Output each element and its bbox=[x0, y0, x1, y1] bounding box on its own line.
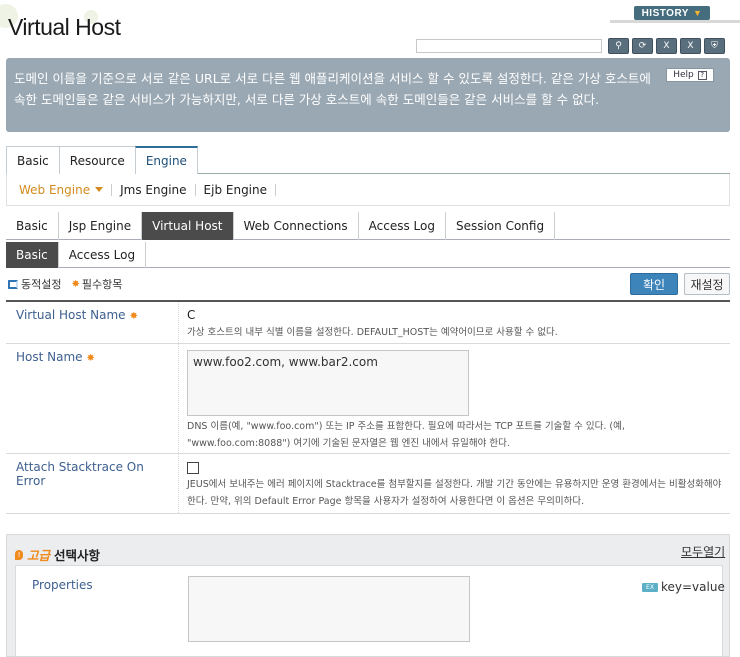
toolbar: ⚲ ⟳ X X ⛨ bbox=[608, 38, 725, 54]
field-label: Virtual Host Name bbox=[16, 308, 126, 322]
vhost-name-desc: 가상 호스트의 내부 식별 이름을 설정한다. DEFAULT_HOST는 예약… bbox=[187, 327, 558, 338]
properties-label: Properties bbox=[32, 578, 93, 592]
form-row: Host Name ✸ www.foo2.com, www.bar2.com DN… bbox=[6, 344, 730, 454]
tab-virtual-host[interactable]: Virtual Host bbox=[142, 212, 234, 240]
subnav-jms-engine[interactable]: Jms Engine bbox=[112, 183, 194, 197]
description-panel: 도메인 이름을 기준으로 서로 같은 URL로 서로 다른 웹 애플리케이션을 … bbox=[6, 58, 730, 132]
subnav-ejb-engine[interactable]: Ejb Engine bbox=[196, 183, 275, 197]
advanced-title-em: 고급 bbox=[27, 548, 51, 563]
tab-web-connections[interactable]: Web Connections bbox=[234, 212, 359, 240]
tab-access-log[interactable]: Access Log bbox=[359, 212, 446, 240]
lock-icon[interactable]: ⛨ bbox=[704, 38, 725, 54]
advanced-title-rest: 선택사항 bbox=[54, 548, 101, 563]
history-label: HISTORY bbox=[641, 7, 689, 19]
help-label: Help bbox=[673, 70, 694, 80]
vhost-name-cell: C 가상 호스트의 내부 식별 이름을 설정한다. DEFAULT_HOST는 … bbox=[178, 302, 730, 343]
stacktrace-checkbox[interactable] bbox=[187, 462, 199, 474]
question-icon: ? bbox=[697, 70, 707, 80]
search-icon[interactable]: ⚲ bbox=[608, 38, 629, 54]
subnav-web-engine[interactable]: Web Engine bbox=[19, 183, 111, 197]
key-value-label: key=value bbox=[661, 580, 725, 594]
tab-jsp-engine[interactable]: Jsp Engine bbox=[59, 212, 143, 240]
search-input[interactable] bbox=[416, 39, 602, 53]
refresh-icon[interactable]: ⟳ bbox=[632, 38, 653, 54]
tab-engine-basic[interactable]: Basic bbox=[6, 212, 59, 240]
stacktrace-label: Attach Stacktrace On Error bbox=[16, 460, 144, 488]
tab-session-config[interactable]: Session Config bbox=[446, 212, 556, 240]
vhost-name-value: C bbox=[187, 308, 196, 322]
required-star-icon: ✸ bbox=[71, 278, 80, 290]
stacktrace-cell: JEUS에서 보내주는 에러 페이지에 Stacktrace를 첨부할지를 설정… bbox=[178, 454, 730, 513]
host-name-desc: DNS 이름(예, "www.foo.com") 또는 IP 주소를 표함한다.… bbox=[187, 421, 625, 449]
tab-vhost-access-log[interactable]: Access Log bbox=[59, 242, 147, 268]
required-star-icon: ✸ bbox=[129, 311, 138, 322]
field-label: Host Name bbox=[16, 350, 83, 364]
help-button[interactable]: Help ? bbox=[666, 68, 714, 82]
properties-textarea[interactable] bbox=[188, 576, 470, 642]
xml-import-icon[interactable]: X bbox=[680, 38, 701, 54]
header-divider bbox=[610, 20, 740, 23]
advanced-title: ! 고급 선택사항 bbox=[15, 545, 100, 564]
subnav-label: Web Engine bbox=[19, 182, 91, 197]
web-engine-tabs: Basic Jsp Engine Virtual Host Web Connec… bbox=[6, 212, 730, 240]
dynamic-setting-icon bbox=[8, 279, 18, 289]
form-row: Virtual Host Name ✸ C 가상 호스트의 내부 식별 이름을 설… bbox=[6, 302, 730, 344]
history-button[interactable]: HISTORY ▼ bbox=[634, 6, 710, 20]
example-icon: EX bbox=[642, 582, 658, 592]
tab-resource[interactable]: Resource bbox=[58, 146, 136, 174]
ok-button[interactable]: 확인 bbox=[630, 273, 678, 295]
required-star-icon: ✸ bbox=[86, 353, 95, 364]
host-name-cell: www.foo2.com, www.bar2.com DNS 이름(예, "ww… bbox=[178, 344, 730, 453]
separator bbox=[275, 183, 277, 196]
host-name-textarea[interactable]: www.foo2.com, www.bar2.com bbox=[187, 350, 469, 416]
page-title: Virtual Host bbox=[8, 14, 121, 40]
legend-required: ✸ 필수항목 bbox=[71, 276, 122, 292]
vhost-name-label: Virtual Host Name ✸ bbox=[6, 302, 178, 343]
advanced-options-panel: ! 고급 선택사항 모두열기 Properties EX key=value bbox=[6, 534, 730, 657]
caret-down-icon bbox=[95, 187, 104, 192]
pin-icon: ! bbox=[15, 549, 23, 560]
host-name-label: Host Name ✸ bbox=[6, 344, 178, 453]
expand-all-link[interactable]: 모두열기 bbox=[681, 543, 725, 560]
legend: 동적설정 ✸ 필수항목 bbox=[8, 276, 122, 292]
tab-engine[interactable]: Engine bbox=[134, 146, 198, 174]
description-text: 도메인 이름을 기준으로 서로 같은 URL로 서로 다른 웹 애플리케이션을 … bbox=[14, 71, 651, 107]
xml-export-icon[interactable]: X bbox=[656, 38, 677, 54]
key-value-hint: EX key=value bbox=[642, 580, 725, 594]
legend-dynamic: 동적설정 bbox=[8, 276, 61, 292]
legend-required-label: 필수항목 bbox=[81, 278, 123, 291]
stacktrace-desc: JEUS에서 보내주는 에러 페이지에 Stacktrace를 첨부할지를 설정… bbox=[187, 479, 722, 507]
advanced-content: Properties EX key=value bbox=[15, 565, 725, 657]
main-tabs: Basic Resource Engine bbox=[6, 146, 730, 174]
form-row: Attach Stacktrace On Error JEUS에서 보내주는 에… bbox=[6, 454, 730, 514]
virtual-host-tabs: Basic Access Log bbox=[6, 242, 730, 268]
reset-button[interactable]: 재설정 bbox=[684, 273, 730, 295]
tab-basic[interactable]: Basic bbox=[6, 146, 60, 174]
config-form: Virtual Host Name ✸ C 가상 호스트의 내부 식별 이름을 설… bbox=[6, 300, 730, 514]
legend-dynamic-label: 동적설정 bbox=[21, 278, 62, 291]
chevron-down-icon: ▼ bbox=[692, 8, 703, 18]
engine-subnav: Web Engine Jms Engine Ejb Engine bbox=[6, 174, 730, 206]
tab-vhost-basic[interactable]: Basic bbox=[6, 242, 59, 268]
